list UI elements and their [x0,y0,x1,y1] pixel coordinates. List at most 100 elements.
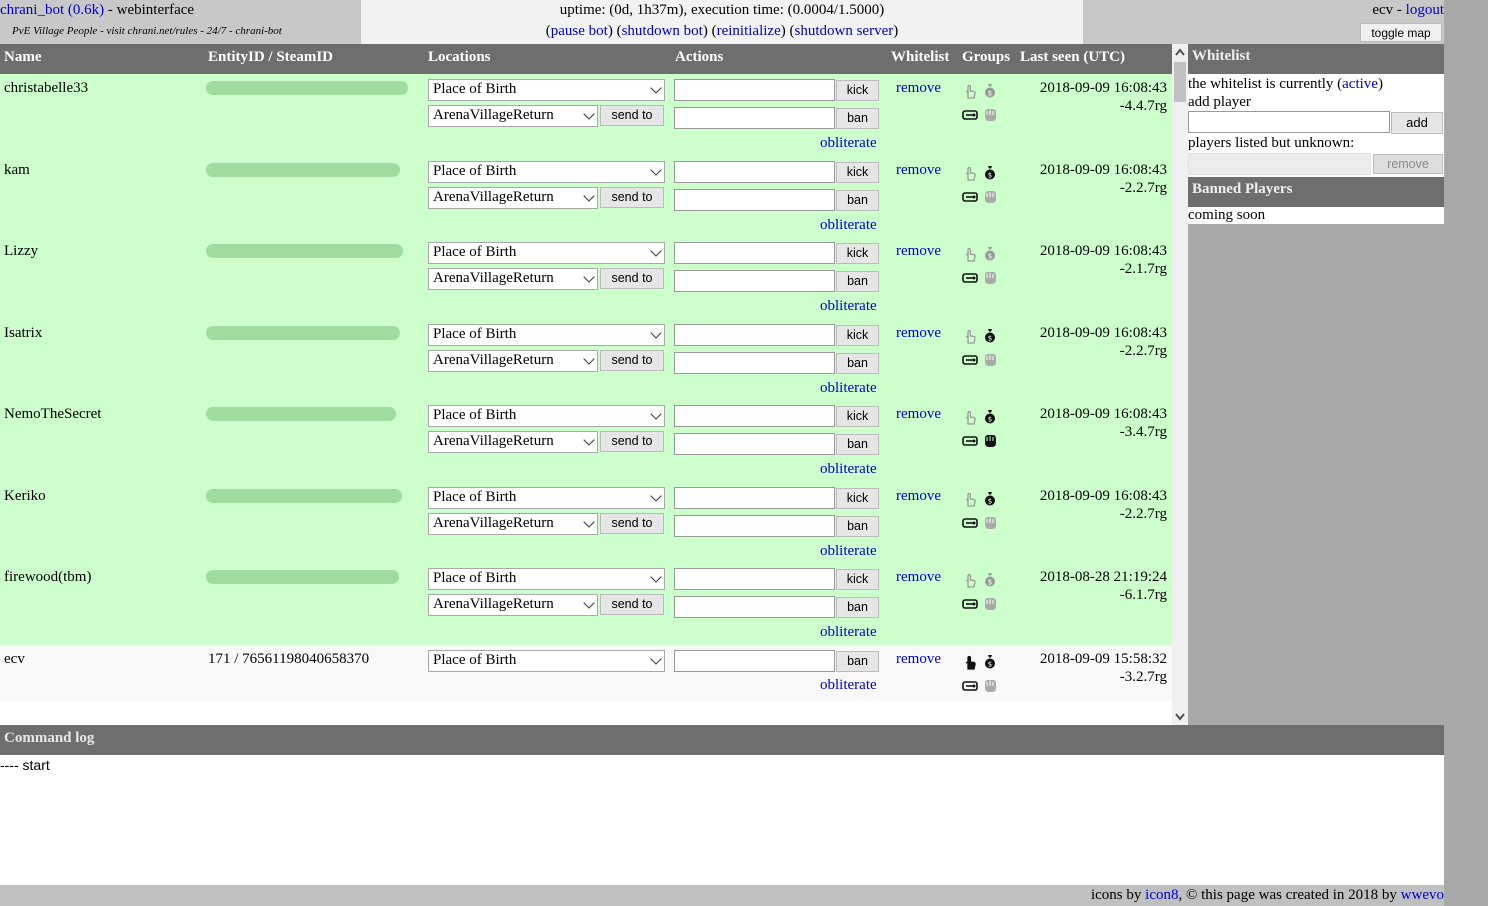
action-reason-input[interactable] [674,242,835,264]
ban-reason-input[interactable] [674,270,835,292]
ban-reason-input[interactable] [674,515,835,537]
shutdown-server-link[interactable]: shutdown server [795,23,894,39]
fist-icon[interactable] [982,269,998,285]
hand-icon[interactable] [962,246,978,262]
obliterate-link[interactable]: obliterate [820,298,877,315]
ban-button[interactable]: ban [836,271,879,292]
ban-button[interactable]: ban [836,108,879,129]
whitelist-remove-link[interactable]: remove [896,325,941,342]
whitelist-remove-link[interactable]: remove [896,243,941,260]
hand-icon[interactable] [962,328,978,344]
obliterate-link[interactable]: obliterate [820,677,877,694]
location-select[interactable]: Place of Birth [428,650,665,672]
hand-icon[interactable] [962,654,978,670]
location-select[interactable]: Place of Birth [428,324,665,346]
add-player-input[interactable] [1188,111,1390,133]
players-scrollbar[interactable] [1172,44,1188,725]
send-to-button[interactable]: send to [600,594,664,615]
fist-icon[interactable] [982,595,998,611]
ban-reason-input[interactable] [674,189,835,211]
reinitialize-link[interactable]: reinitialize [717,23,781,39]
kick-button[interactable]: kick [836,325,879,346]
fist-icon[interactable] [982,106,998,122]
kick-button[interactable]: kick [836,80,879,101]
location-select[interactable]: Place of Birth [428,79,665,101]
fist-icon[interactable] [982,188,998,204]
ban-reason-input[interactable] [674,107,835,129]
kick-button[interactable]: kick [836,488,879,509]
action-reason-input[interactable] [674,487,835,509]
money-bag-icon[interactable]: $ [982,653,998,669]
ban-button[interactable]: ban [836,516,879,537]
whitelist-remove-link[interactable]: remove [896,488,941,505]
toggle-map-button[interactable]: toggle map [1360,23,1442,42]
money-bag-icon[interactable]: $ [982,82,998,98]
obliterate-link[interactable]: obliterate [820,543,877,560]
scroll-down-arrow-icon[interactable] [1172,708,1188,725]
hand-icon[interactable] [962,409,978,425]
shutdown-bot-link[interactable]: shutdown bot [622,23,703,39]
ticket-icon[interactable] [962,352,978,368]
logout-link[interactable]: logout [1406,2,1444,18]
send-to-button[interactable]: send to [600,187,664,208]
remove-unknown-button[interactable]: remove [1373,154,1443,174]
ticket-icon[interactable] [962,515,978,531]
ban-button[interactable]: ban [836,434,879,455]
action-reason-input[interactable] [674,405,835,427]
money-bag-icon[interactable]: $ [982,408,998,424]
scroll-thumb[interactable] [1174,62,1186,102]
obliterate-link[interactable]: obliterate [820,217,877,234]
ban-button[interactable]: ban [836,190,879,211]
location-select[interactable]: Place of Birth [428,487,665,509]
teleport-target-select[interactable]: ArenaVillageReturn [428,350,598,372]
teleport-target-select[interactable]: ArenaVillageReturn [428,187,598,209]
ticket-icon[interactable] [962,270,978,286]
hand-icon[interactable] [962,83,978,99]
fist-icon[interactable] [982,514,998,530]
fist-icon[interactable] [982,432,998,448]
money-bag-icon[interactable]: $ [982,327,998,343]
teleport-target-select[interactable]: ArenaVillageReturn [428,105,598,127]
whitelist-remove-link[interactable]: remove [896,569,941,586]
whitelist-remove-link[interactable]: remove [896,406,941,423]
obliterate-link[interactable]: obliterate [820,624,877,641]
teleport-target-select[interactable]: ArenaVillageReturn [428,513,598,535]
ticket-icon[interactable] [962,189,978,205]
ticket-icon[interactable] [962,596,978,612]
send-to-button[interactable]: send to [600,268,664,289]
location-select[interactable]: Place of Birth [428,161,665,183]
app-name-link[interactable]: chrani_bot (0.6k) [0,2,104,18]
ban-reason-input[interactable] [674,596,835,618]
money-bag-icon[interactable]: $ [982,164,998,180]
teleport-target-select[interactable]: ArenaVillageReturn [428,594,598,616]
whitelist-remove-link[interactable]: remove [896,651,941,668]
action-reason-input[interactable] [674,324,835,346]
send-to-button[interactable]: send to [600,513,664,534]
ban-button[interactable]: ban [836,353,879,374]
money-bag-icon[interactable]: $ [982,245,998,261]
whitelist-remove-link[interactable]: remove [896,80,941,97]
fist-icon[interactable] [982,351,998,367]
action-reason-input[interactable] [674,79,835,101]
ticket-icon[interactable] [962,433,978,449]
ticket-icon[interactable] [962,678,978,694]
teleport-target-select[interactable]: ArenaVillageReturn [428,268,598,290]
ban-reason-input[interactable] [674,433,835,455]
kick-button[interactable]: kick [836,569,879,590]
send-to-button[interactable]: send to [600,105,664,126]
scroll-up-arrow-icon[interactable] [1172,44,1188,61]
whitelist-active-link[interactable]: active [1342,76,1378,92]
kick-button[interactable]: kick [836,406,879,427]
hand-icon[interactable] [962,572,978,588]
obliterate-link[interactable]: obliterate [820,380,877,397]
icons-credit-link[interactable]: icon8 [1145,887,1178,903]
action-reason-input[interactable] [674,161,835,183]
obliterate-link[interactable]: obliterate [820,461,877,478]
unknown-players-select[interactable] [1188,153,1371,175]
ticket-icon[interactable] [962,107,978,123]
send-to-button[interactable]: send to [600,431,664,452]
ban-button[interactable]: ban [836,597,879,618]
hand-icon[interactable] [962,491,978,507]
kick-button[interactable]: kick [836,162,879,183]
action-reason-input[interactable] [674,650,835,672]
